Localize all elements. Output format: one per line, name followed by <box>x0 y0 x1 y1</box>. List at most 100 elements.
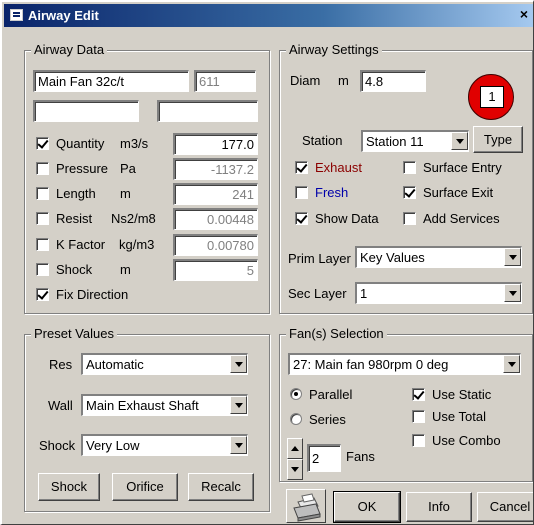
exhaust-check-box[interactable] <box>295 161 308 174</box>
length-field[interactable]: 241 <box>173 183 258 205</box>
fix-direction-label: Fix Direction <box>56 287 129 302</box>
resist-unit: Ns2/m8 <box>111 211 156 226</box>
parallel-radio-dot[interactable] <box>290 388 302 400</box>
res-label: Res <box>49 357 73 372</box>
preset-values-title: Preset Values <box>31 326 117 342</box>
use-combo-check-box[interactable] <box>412 434 425 447</box>
spinner-up-icon[interactable] <box>287 438 303 459</box>
surface-entry-check-box[interactable] <box>403 161 416 174</box>
parallel-radio[interactable]: Parallel <box>290 386 380 404</box>
exhaust-checkbox[interactable]: Exhaust <box>295 159 395 177</box>
cancel-button[interactable]: Cancel <box>477 492 533 522</box>
ok-button[interactable]: OK <box>333 491 401 523</box>
surface-entry-checkbox[interactable]: Surface Entry <box>403 159 523 177</box>
shock-unit: m <box>120 262 131 277</box>
k-factor-field[interactable]: 0.00780 <box>173 234 258 256</box>
fans-spinner[interactable] <box>287 438 303 480</box>
use-combo-checkbox[interactable]: Use Combo <box>412 432 522 450</box>
shock-field[interactable]: 5 <box>173 259 258 281</box>
station-value: Station 11 <box>366 134 424 149</box>
station-number-badge: 1 <box>468 74 514 120</box>
pressure-check-box[interactable] <box>36 162 49 175</box>
chevron-down-icon[interactable] <box>451 132 468 150</box>
use-static-label: Use Static <box>432 387 492 402</box>
fresh-check-box[interactable] <box>295 186 308 199</box>
spinner-down-icon[interactable] <box>287 459 303 480</box>
info-button[interactable]: Info <box>406 492 472 522</box>
show-data-label: Show Data <box>315 211 379 226</box>
pressure-checkbox[interactable]: Pressure <box>36 160 166 178</box>
surface-exit-label: Surface Exit <box>423 185 494 200</box>
chevron-down-icon[interactable] <box>230 396 247 414</box>
fan-select[interactable]: 27: Main fan 980rpm 0 deg <box>288 353 521 375</box>
diam-unit: m <box>338 73 349 88</box>
prim-layer-select[interactable]: Key Values <box>355 246 522 268</box>
airway-name-field[interactable]: Main Fan 32c/t <box>33 70 189 92</box>
print-button[interactable] <box>286 489 326 523</box>
resist-field[interactable]: 0.00448 <box>173 208 258 230</box>
printer-icon <box>293 493 321 522</box>
add-services-check-box[interactable] <box>403 212 416 225</box>
shock-check-box[interactable] <box>36 263 49 276</box>
airway-number-field[interactable]: 611 <box>194 70 256 92</box>
resist-check-box[interactable] <box>36 212 49 225</box>
length-check-box[interactable] <box>36 187 49 200</box>
prim-layer-value: Key Values <box>360 250 425 265</box>
use-static-checkbox[interactable]: Use Static <box>412 386 522 404</box>
k-factor-label: K Factor <box>56 237 106 252</box>
resist-label: Resist <box>56 211 93 226</box>
surface-exit-check-box[interactable] <box>403 186 416 199</box>
blank-field-1[interactable] <box>33 100 139 122</box>
orifice-button[interactable]: Orifice <box>112 473 178 501</box>
shock-button[interactable]: Shock <box>38 473 100 501</box>
chevron-down-icon[interactable] <box>230 436 247 454</box>
chevron-down-icon[interactable] <box>230 355 247 373</box>
length-label: Length <box>56 186 96 201</box>
chevron-down-icon[interactable] <box>504 284 521 302</box>
shock-preset-label: Shock <box>39 438 76 453</box>
add-services-checkbox[interactable]: Add Services <box>403 210 523 228</box>
pressure-label: Pressure <box>56 161 109 176</box>
airway-edit-window: Airway Edit × Airway Data Main Fan 32c/t… <box>0 0 534 525</box>
chevron-down-icon[interactable] <box>503 355 520 373</box>
shock-preset-select[interactable]: Very Low <box>81 434 248 456</box>
type-button[interactable]: Type <box>473 126 523 153</box>
fresh-checkbox[interactable]: Fresh <box>295 184 395 202</box>
surface-exit-checkbox[interactable]: Surface Exit <box>403 184 523 202</box>
sec-layer-label: Sec Layer <box>288 286 347 301</box>
show-data-check-box[interactable] <box>295 212 308 225</box>
pressure-field[interactable]: -1137.2 <box>173 158 258 180</box>
quantity-field[interactable]: 177.0 <box>173 133 258 155</box>
title-bar[interactable]: Airway Edit × <box>4 4 533 27</box>
use-static-check-box[interactable] <box>412 388 425 401</box>
diam-label: Diam <box>290 73 321 88</box>
fan-selection-title: Fan(s) Selection <box>286 326 387 342</box>
use-total-check-box[interactable] <box>412 410 425 423</box>
fans-count-field[interactable]: 2 <box>307 444 341 472</box>
airway-data-title: Airway Data <box>31 42 108 58</box>
blank-field-2[interactable] <box>157 100 258 122</box>
chevron-down-icon[interactable] <box>504 248 521 266</box>
station-select[interactable]: Station 11 <box>361 130 469 152</box>
sec-layer-value: 1 <box>360 286 368 301</box>
res-select[interactable]: Automatic <box>81 353 248 375</box>
shock-checkbox[interactable]: Shock <box>36 261 166 279</box>
badge-number: 1 <box>480 86 504 108</box>
series-radio[interactable]: Series <box>290 411 380 429</box>
series-radio-dot[interactable] <box>290 413 302 425</box>
fix-direction-checkbox[interactable]: Fix Direction <box>36 286 166 304</box>
show-data-checkbox[interactable]: Show Data <box>295 210 395 228</box>
close-icon[interactable]: × <box>516 7 532 23</box>
use-total-checkbox[interactable]: Use Total <box>412 408 522 426</box>
k-factor-check-box[interactable] <box>36 238 49 251</box>
quantity-check-box[interactable] <box>36 137 49 150</box>
wall-select[interactable]: Main Exhaust Shaft <box>81 394 248 416</box>
fix-direction-check-box[interactable] <box>36 288 49 301</box>
window-icon <box>10 9 23 21</box>
diam-field[interactable]: 4.8 <box>360 70 426 92</box>
sec-layer-select[interactable]: 1 <box>355 282 522 304</box>
length-checkbox[interactable]: Length <box>36 185 166 203</box>
recalc-button[interactable]: Recalc <box>188 473 254 501</box>
res-value: Automatic <box>86 357 144 372</box>
fans-label: Fans <box>346 449 375 464</box>
